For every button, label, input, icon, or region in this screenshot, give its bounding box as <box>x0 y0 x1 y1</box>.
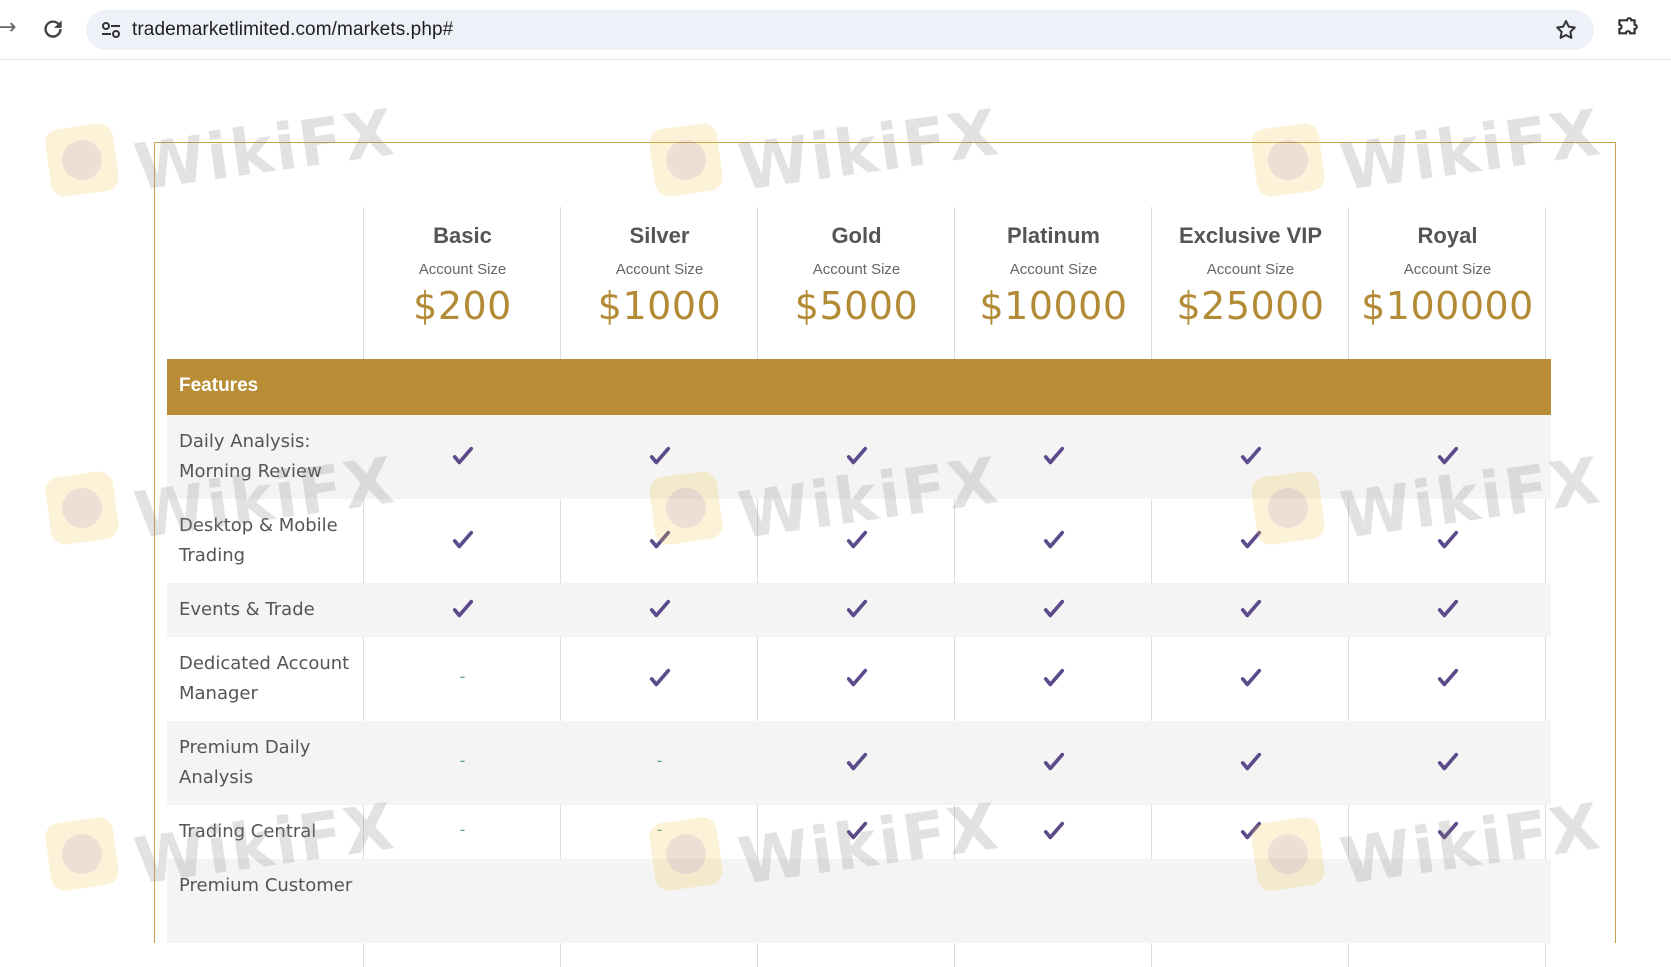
plan-subtitle: Account Size <box>615 261 704 278</box>
table-row: Desktop & Mobile Trading <box>167 499 1551 583</box>
check-icon <box>1152 529 1349 555</box>
feature-label: Trading Central <box>179 821 317 842</box>
plan-name: Silver <box>629 223 690 248</box>
check-icon <box>955 820 1152 846</box>
check-icon <box>1152 751 1349 777</box>
forward-arrow-icon[interactable]: → <box>0 17 18 39</box>
plan-price: $100000 <box>1361 284 1534 328</box>
check-icon <box>1349 667 1546 693</box>
plan-price: $1000 <box>597 284 722 328</box>
feature-label: Premium Daily Analysis <box>179 737 311 788</box>
plan-subtitle: Account Size <box>418 261 507 278</box>
check-icon <box>1152 820 1349 846</box>
check-icon <box>364 529 561 555</box>
table-row: Trading Central - - <box>167 805 1551 859</box>
check-icon <box>758 598 955 624</box>
table-row: Premium Customer <box>167 859 1551 943</box>
check-icon <box>1349 529 1546 555</box>
table-row: Premium Daily Analysis - - <box>167 721 1551 805</box>
check-icon <box>955 751 1152 777</box>
plan-subtitle: Account Size <box>1403 261 1492 278</box>
features-header: Features <box>179 375 259 396</box>
not-included-dash: - <box>656 820 663 839</box>
browser-toolbar: → trademarketlimited.com/markets.php# <box>0 0 1671 60</box>
check-icon <box>364 445 561 471</box>
check-icon <box>364 598 561 624</box>
table-row: Dedicated Account Manager - <box>167 637 1551 721</box>
not-included-dash: - <box>459 667 466 686</box>
check-icon <box>1349 751 1546 777</box>
feature-label: Daily Analysis: Morning Review <box>179 431 322 482</box>
check-icon <box>758 667 955 693</box>
plan-header-royal: Royal Account Size $100000 <box>1349 207 1546 359</box>
feature-label: Dedicated Account Manager <box>179 653 350 704</box>
check-icon <box>758 529 955 555</box>
check-icon <box>1152 445 1349 471</box>
plan-header-exclusive-vip: Exclusive VIP Account Size $25000 <box>1152 207 1349 359</box>
plan-price: $5000 <box>794 284 919 328</box>
feature-label: Desktop & Mobile Trading <box>179 515 338 566</box>
check-icon <box>1349 445 1546 471</box>
features-header-row: Features <box>167 359 1551 415</box>
table-row: Daily Analysis: Morning Review <box>167 415 1551 499</box>
plan-price: $25000 <box>1176 284 1325 328</box>
plan-header-platinum: Platinum Account Size $10000 <box>955 207 1152 359</box>
plan-subtitle: Account Size <box>812 261 901 278</box>
address-bar[interactable]: trademarketlimited.com/markets.php# <box>86 10 1594 50</box>
check-icon <box>1349 820 1546 846</box>
site-info-icon[interactable] <box>100 20 122 40</box>
check-icon <box>955 598 1152 624</box>
check-icon <box>561 667 758 693</box>
plan-header-gold: Gold Account Size $5000 <box>758 207 955 359</box>
table-row: Events & Trade <box>167 583 1551 637</box>
plan-subtitle: Account Size <box>1009 261 1098 278</box>
check-icon <box>561 529 758 555</box>
watermark-logo-icon <box>43 121 121 199</box>
check-icon <box>1152 667 1349 693</box>
check-icon <box>758 820 955 846</box>
check-icon <box>1349 598 1546 624</box>
plan-price: $200 <box>413 284 512 328</box>
watermark-logo-icon <box>43 815 121 893</box>
plan-subtitle: Account Size <box>1206 261 1295 278</box>
check-icon <box>955 667 1152 693</box>
bookmark-star-icon[interactable] <box>1554 18 1578 42</box>
reload-icon[interactable] <box>40 16 66 42</box>
check-icon <box>561 445 758 471</box>
check-icon <box>561 598 758 624</box>
plan-name: Platinum <box>1007 223 1100 248</box>
plan-header-silver: Silver Account Size $1000 <box>561 207 758 359</box>
check-icon <box>758 445 955 471</box>
feature-label: Premium Customer <box>179 875 353 896</box>
plan-header-basic: Basic Account Size $200 <box>364 207 561 359</box>
check-icon <box>1152 598 1349 624</box>
not-included-dash: - <box>459 820 466 839</box>
check-icon <box>758 751 955 777</box>
check-icon <box>955 529 1152 555</box>
pricing-table-card: Basic Account Size $200 Silver Account S… <box>154 142 1616 967</box>
feature-label: Events & Trade <box>179 599 315 620</box>
not-included-dash: - <box>656 751 663 770</box>
watermark-logo-icon <box>43 469 121 547</box>
check-icon <box>955 445 1152 471</box>
plan-name: Basic <box>433 223 492 248</box>
url-text[interactable]: trademarketlimited.com/markets.php# <box>132 19 453 41</box>
not-included-dash: - <box>459 751 466 770</box>
plan-name: Royal <box>1417 223 1478 248</box>
plan-name: Gold <box>831 223 882 248</box>
plan-name: Exclusive VIP <box>1178 223 1323 248</box>
extensions-puzzle-icon[interactable] <box>1614 16 1640 42</box>
plan-price: $10000 <box>979 284 1128 328</box>
